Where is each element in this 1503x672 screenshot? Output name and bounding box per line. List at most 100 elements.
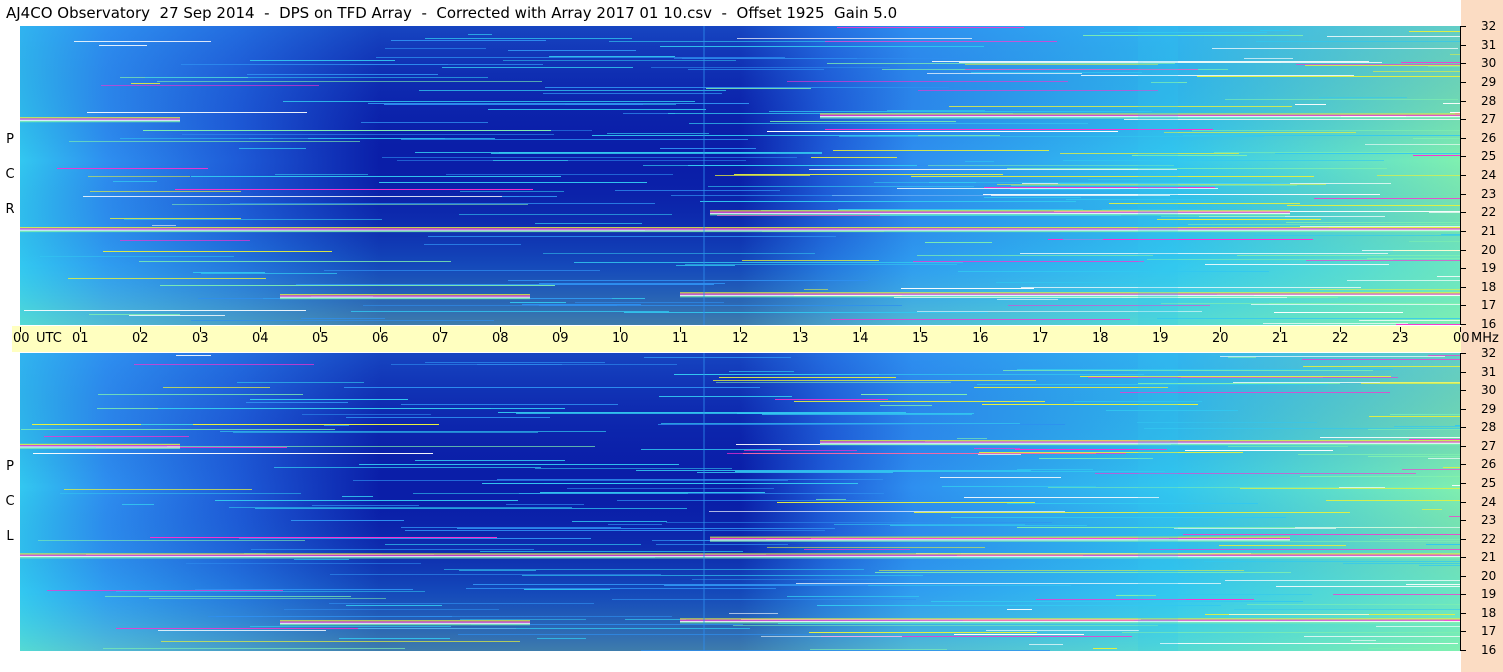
rcp-streak [83, 196, 519, 197]
rcp-streak [1147, 259, 1393, 260]
lcp-freq-label: 24 [1481, 495, 1497, 509]
lcp-streak [239, 538, 591, 539]
rcp-streak [296, 284, 714, 285]
rcp-streak [839, 136, 1264, 137]
rcp-streak [425, 38, 632, 39]
rcp-streak [1251, 304, 1460, 305]
lcp-streak [775, 399, 888, 400]
lcp-freq-tick [1460, 613, 1466, 614]
rcp-streak [706, 88, 811, 89]
rcp-emission-band [20, 230, 1460, 233]
lcp-streak [1225, 580, 1460, 581]
rcp-streak [175, 189, 533, 190]
lcp-streak [735, 471, 1165, 472]
utc-hour-label: 10 [612, 331, 629, 346]
rcp-freq-tick [1460, 26, 1466, 27]
rcp-letter-2: C [5, 167, 15, 182]
rcp-emission-band [710, 212, 1290, 215]
rcp-streak [324, 270, 600, 271]
lcp-streak [459, 570, 536, 571]
lcp-streak [608, 524, 662, 525]
rcp-streak [145, 77, 488, 78]
lcp-streak [425, 362, 605, 363]
rcp-freq-tick [1460, 101, 1466, 102]
lcp-streak [1298, 454, 1460, 455]
utc-hour-label: 11 [672, 331, 689, 346]
lcp-freq-label: 20 [1481, 569, 1497, 583]
lcp-streak [942, 486, 1096, 487]
lcp-streak [978, 454, 1021, 455]
rcp-streak [543, 253, 815, 254]
rcp-emission-band [20, 228, 1460, 230]
lcp-streak [141, 424, 193, 425]
rcp-streak [385, 48, 486, 49]
rcp-streak [401, 139, 748, 140]
rcp-streak [1008, 305, 1210, 306]
lcp-streak [1368, 648, 1460, 649]
rcp-streak [549, 56, 675, 57]
lcp-streak [497, 479, 883, 480]
rcp-streak [734, 174, 1003, 175]
rcp-streak [90, 191, 241, 192]
lcp-freq-tick [1460, 446, 1466, 447]
lcp-streak [1240, 488, 1460, 489]
lcp-freq-tick [1460, 372, 1466, 373]
rcp-freq-label: 16 [1481, 317, 1497, 331]
rcp-freq-label: 22 [1481, 205, 1497, 219]
rcp-emission-band [680, 293, 1460, 295]
lcp-streak [713, 380, 1036, 381]
rcp-streak [1063, 160, 1384, 161]
lcp-streak [250, 399, 408, 400]
lcp-streak [105, 596, 351, 597]
rcp-freq-tick [1460, 82, 1466, 83]
rcp-streak [191, 176, 561, 177]
lcp-streak [709, 511, 1065, 512]
lcp-streak [1339, 487, 1385, 488]
rcp-streak [1314, 198, 1460, 199]
lcp-streak [60, 493, 301, 494]
lcp-streak [291, 520, 404, 521]
lcp-emission-band [710, 536, 1290, 538]
rcp-streak [1409, 241, 1460, 242]
rcp-streak [160, 285, 555, 286]
lcp-streak [47, 590, 283, 591]
lcp-streak [762, 414, 972, 415]
rcp-streak [1164, 132, 1356, 133]
rcp-emission-band [20, 117, 180, 119]
rcp-freq-label: 25 [1481, 149, 1497, 163]
lcp-streak [444, 569, 864, 570]
rcp-streak [1441, 234, 1460, 235]
rcp-streak [69, 141, 360, 142]
lcp-emission-band [680, 622, 1460, 624]
rcp-streak [770, 121, 956, 122]
lcp-streak [457, 528, 835, 529]
rcp-streak [929, 182, 976, 183]
lcp-streak [506, 504, 584, 505]
rcp-streak [715, 175, 810, 176]
lcp-streak [186, 563, 421, 564]
lcp-freq-label: 22 [1481, 532, 1497, 546]
lcp-streak [641, 449, 781, 450]
rcp-streak [1197, 76, 1460, 77]
lcp-freq-label: 28 [1481, 420, 1497, 434]
lcp-streak [1426, 544, 1460, 545]
rcp-streak [685, 264, 957, 265]
rcp-streak [592, 135, 918, 136]
rcp-streak [1373, 71, 1460, 72]
lcp-streak [1351, 640, 1376, 641]
lcp-streak [1304, 636, 1460, 637]
lcp-streak [358, 628, 750, 629]
lcp-streak [255, 508, 687, 509]
rcp-freq-tick [1460, 212, 1466, 213]
lcp-streak [1017, 369, 1393, 370]
lcp-freq-tick [1460, 464, 1466, 465]
rcp-streak [101, 85, 319, 86]
rcp-streak [488, 109, 706, 110]
rcp-streak [419, 90, 726, 91]
rcp-streak [1287, 205, 1460, 206]
lcp-letter-2: C [5, 494, 15, 509]
lcp-streak [846, 374, 1144, 375]
rcp-emission-band [20, 229, 1460, 231]
rcp-emission-band [680, 292, 1460, 294]
lcp-emission-band [710, 537, 1290, 540]
